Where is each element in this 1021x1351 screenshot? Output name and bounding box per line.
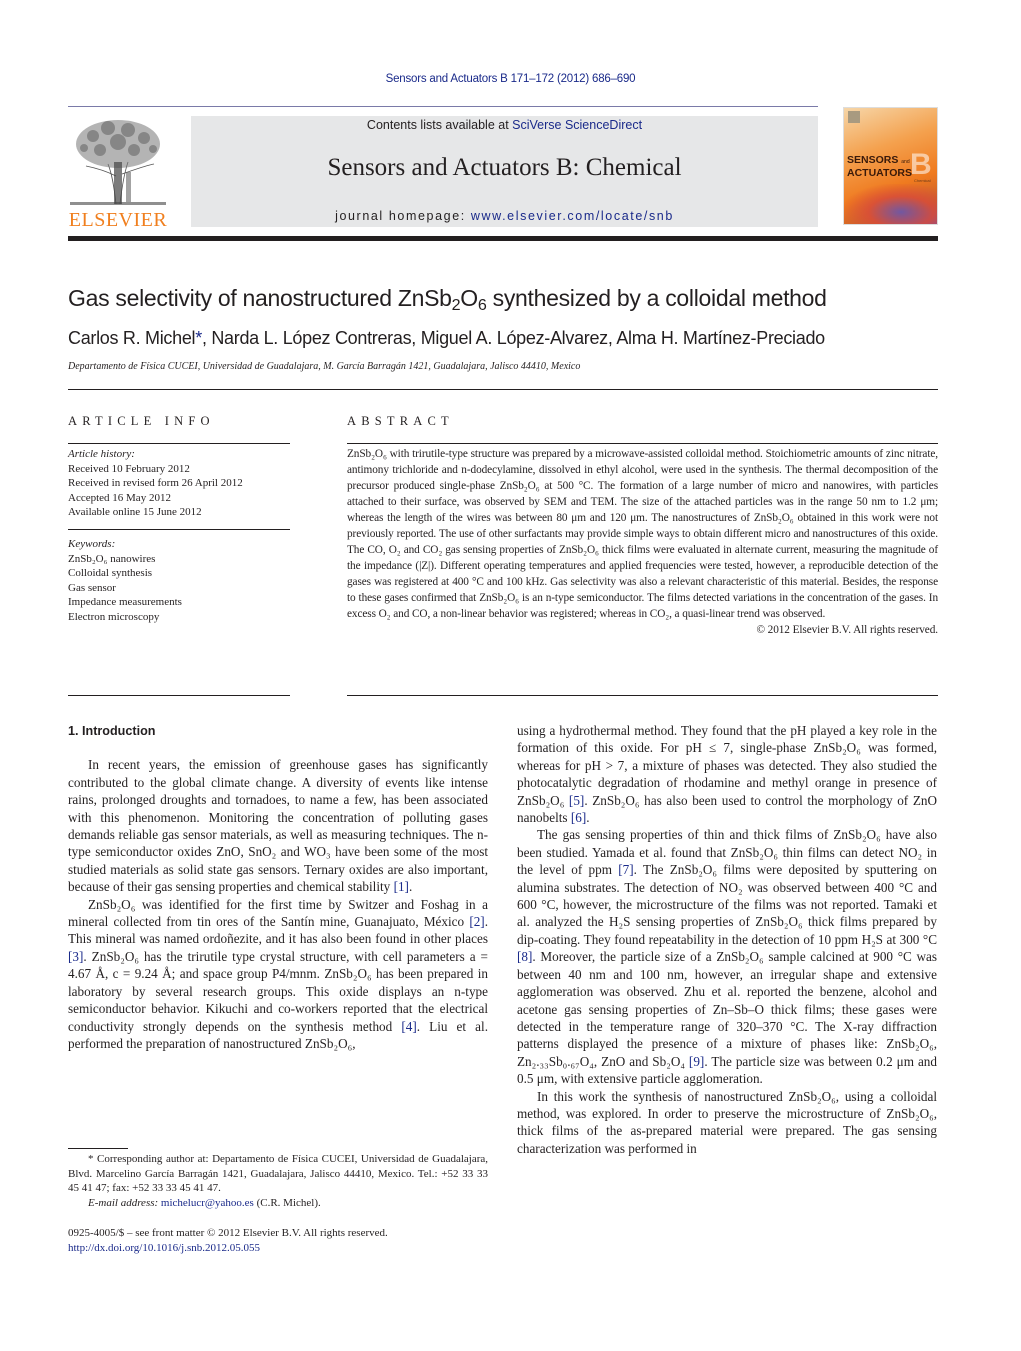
contents-prefix: Contents lists available at: [366, 118, 513, 132]
abstract-text: ZnSb₂O₆ with trirutile-type structure wa…: [347, 448, 938, 620]
citation-link[interactable]: [1]: [394, 879, 409, 894]
cover-title: SENSORS and ACTUATORS: [847, 155, 912, 179]
email-label: E-mail address:: [88, 1196, 159, 1209]
citation-link[interactable]: [3]: [68, 949, 83, 964]
author[interactable]: Miguel A. López-Alvarez: [421, 328, 609, 348]
paragraph: ZnSb₂O₆ was identified for the first tim…: [68, 896, 488, 1053]
title-part: synthesized by a colloidal method: [486, 285, 827, 311]
author[interactable]: Carlos R. Michel: [68, 328, 196, 348]
author[interactable]: Alma H. Martínez-Preciado: [616, 328, 825, 348]
left-paragraphs: In recent years, the emission of greenho…: [68, 756, 488, 1052]
keywords-rule: [68, 529, 290, 530]
citation-link[interactable]: [8]: [517, 949, 532, 964]
cover-line2: ACTUATORS: [847, 167, 912, 179]
journal-cover-image[interactable]: B SENSORS and ACTUATORS Chemical: [843, 107, 938, 225]
article-history: Article history: Received 10 February 20…: [68, 447, 290, 520]
citation-link[interactable]: [4]: [401, 1019, 416, 1034]
cover-subtitle: Chemical: [914, 178, 931, 183]
article-title: Gas selectivity of nanostructured ZnSb2O…: [68, 285, 948, 315]
paragraph: In recent years, the emission of greenho…: [68, 756, 488, 895]
history-item: Received 10 February 2012: [68, 462, 190, 475]
citation-link[interactable]: [9]: [689, 1054, 704, 1069]
body-column-right: using a hydrothermal method. They found …: [517, 722, 937, 1157]
article-info-heading: ARTICLE INFO: [68, 414, 215, 428]
history-item: Accepted 16 May 2012: [68, 491, 171, 504]
citation-link[interactable]: [5]: [569, 793, 584, 808]
history-item: Received in revised form 26 April 2012: [68, 477, 243, 490]
email-link[interactable]: michelucr@yahoo.es: [161, 1197, 254, 1209]
keyword: Colloidal synthesis: [68, 567, 153, 580]
section-divider: [68, 389, 938, 390]
paragraph-text: .: [408, 879, 413, 895]
homepage-prefix: journal homepage:: [335, 209, 471, 223]
citation-link[interactable]: [7]: [618, 862, 633, 877]
footnote-rule: [68, 1148, 128, 1149]
footnote-marker: *: [88, 1153, 94, 1165]
keyword: ZnSb₂O₆ nanowires: [68, 552, 156, 565]
abstract-bottom-rule: [347, 695, 938, 696]
header-rule: [68, 106, 818, 107]
article-info-bottom-rule: [68, 695, 290, 696]
abstract-heading: ABSTRACT: [347, 414, 454, 428]
cover-line1: SENSORS: [847, 154, 899, 166]
elsevier-wordmark: ELSEVIER: [68, 209, 168, 231]
abstract-copyright: © 2012 Elsevier B.V. All rights reserved…: [756, 624, 938, 636]
title-subscript: 2: [451, 296, 461, 315]
paragraph-text: In recent years, the emission of greenho…: [68, 757, 488, 895]
journal-homepage-line: journal homepage: www.elsevier.com/locat…: [191, 209, 818, 223]
paragraph-text: .: [586, 810, 590, 826]
paragraph-text: ZnSb₂O₆ was identified for the first tim…: [68, 896, 488, 930]
keyword: Electron microscopy: [68, 610, 160, 623]
cover-artwork: [844, 184, 937, 224]
keyword: Impedance measurements: [68, 596, 182, 609]
section-heading-introduction: 1. Introduction: [68, 724, 156, 738]
paragraph: In this work the synthesis of nanostruct…: [517, 1088, 937, 1158]
article-info-rule: [68, 443, 290, 444]
history-item: Available online 15 June 2012: [68, 506, 202, 519]
history-label: Article history:: [68, 448, 135, 460]
keyword: Gas sensor: [68, 581, 116, 594]
author[interactable]: Narda L. López Contreras: [211, 328, 411, 348]
front-matter: 0925-4005/$ – see front matter © 2012 El…: [68, 1226, 488, 1255]
citation-link[interactable]: [2]: [469, 914, 484, 929]
corresponding-author-footnote: * Corresponding author at: Departamento …: [68, 1152, 488, 1210]
corresponding-author-marker[interactable]: *: [195, 328, 202, 348]
tree-icon: [70, 120, 166, 205]
journal-title: Sensors and Actuators B: Chemical: [327, 154, 682, 181]
paragraph: The gas sensing properties of thin and t…: [517, 826, 937, 1087]
cover-elsevier-badge: [848, 111, 860, 123]
running-head[interactable]: Sensors and Actuators B 171–172 (2012) 6…: [0, 73, 1021, 85]
sciencedirect-link[interactable]: SciVerse ScienceDirect: [512, 118, 642, 132]
paragraph: using a hydrothermal method. They found …: [517, 722, 937, 826]
keywords-label: Keywords:: [68, 538, 116, 550]
body-column-left: 1. Introduction In recent years, the emi…: [68, 723, 488, 1052]
paragraph-text: In this work the synthesis of nanostruct…: [517, 1088, 937, 1156]
keywords: Keywords: ZnSb₂O₆ nanowires Colloidal sy…: [68, 537, 290, 625]
title-subscript: 6: [477, 296, 487, 315]
abstract-body: ZnSb₂O₆ with trirutile-type structure wa…: [347, 446, 938, 638]
title-part: Gas selectivity of nanostructured ZnSb: [68, 285, 452, 311]
masthead-bottom-rule: [68, 236, 938, 241]
doi-link[interactable]: http://dx.doi.org/10.1016/j.snb.2012.05.…: [68, 1241, 488, 1256]
footnote-text: * Corresponding author at: Departamento …: [68, 1152, 488, 1196]
paragraph-text: . Moreover, the particle size of a ZnSb₂…: [517, 949, 937, 1069]
journal-citation-link[interactable]: Sensors and Actuators B 171–172 (2012) 6…: [386, 73, 636, 85]
issn-line: 0925-4005/$ – see front matter © 2012 El…: [68, 1227, 388, 1239]
right-paragraphs: using a hydrothermal method. They found …: [517, 722, 937, 1157]
journal-homepage-link[interactable]: www.elsevier.com/locate/snb: [471, 209, 674, 223]
contents-line: Contents lists available at SciVerse Sci…: [191, 118, 818, 132]
cover-and: and: [901, 159, 910, 165]
author-list: Carlos R. Michel*, Narda L. López Contre…: [68, 328, 825, 348]
email-owner: (C.R. Michel).: [253, 1196, 321, 1209]
footnote-corresponding: Corresponding author at: Departamento de…: [68, 1153, 489, 1195]
citation-link[interactable]: [6]: [571, 810, 586, 825]
abstract-rule: [347, 443, 938, 444]
footnote-email-line: E-mail address: michelucr@yahoo.es (C.R.…: [68, 1196, 488, 1211]
affiliation: Departamento de Física CUCEI, Universida…: [68, 361, 581, 372]
journal-masthead: Contents lists available at SciVerse Sci…: [191, 116, 818, 227]
cover-letter: B: [910, 148, 932, 181]
title-part: O: [460, 285, 478, 311]
